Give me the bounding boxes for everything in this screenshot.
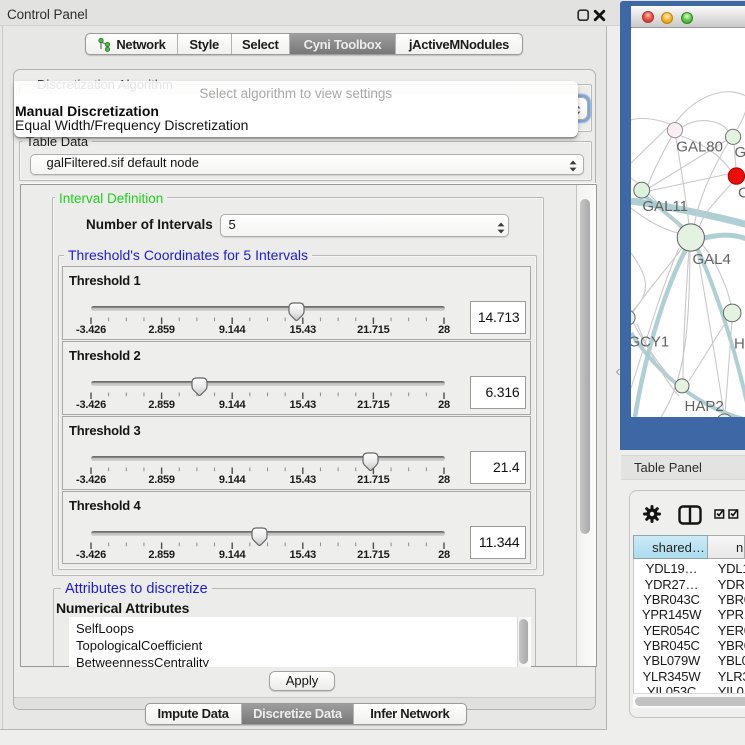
svg-text:GAL11: GAL11	[642, 198, 688, 215]
svg-text:GCY1: GCY1	[631, 333, 669, 350]
svg-text:HAP2: HAP2	[685, 397, 724, 414]
svg-text:HI: HI	[734, 335, 745, 352]
svg-text:GAL80: GAL80	[676, 138, 723, 155]
svg-text:GAL1: GAL1	[735, 144, 745, 161]
svg-text:GAL4: GAL4	[693, 251, 731, 268]
svg-text:CL: CL	[738, 184, 745, 201]
